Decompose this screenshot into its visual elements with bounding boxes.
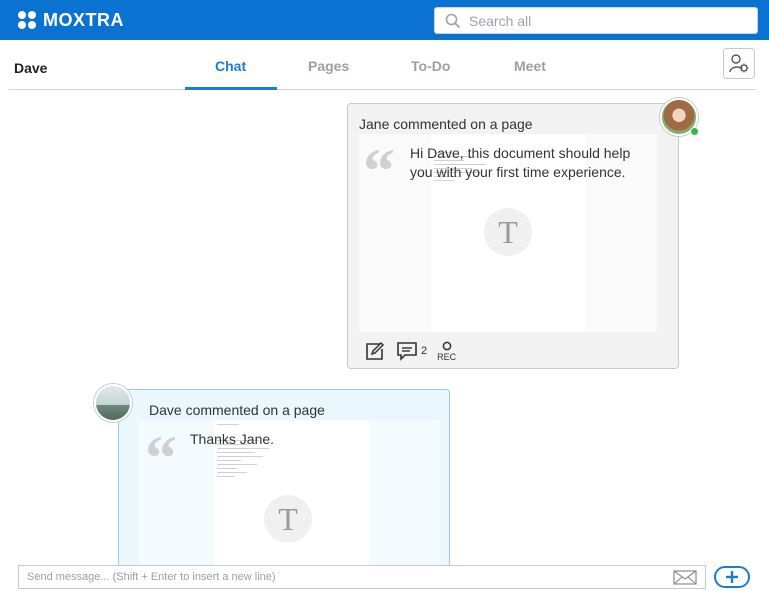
brand-name: MOXTRA [43, 9, 124, 30]
brand-logo[interactable]: MOXTRA [18, 10, 124, 30]
message-composer[interactable] [18, 565, 706, 589]
quote-icon: “ [363, 135, 395, 206]
comments-button[interactable]: 2 [396, 341, 427, 361]
quote-icon: “ [145, 422, 177, 493]
tab-pages[interactable]: Pages [308, 58, 349, 74]
tab-todo[interactable]: To-Do [411, 58, 450, 74]
record-button[interactable]: REC [437, 341, 456, 362]
message-actions: 2 REC [364, 340, 456, 362]
comment-text: Thanks Jane. [190, 431, 275, 447]
page-preview[interactable]: “ Hi Dave, this document should help you… [359, 134, 657, 332]
message-card-dave[interactable]: Dave commented on a page “ Thanks Jane. … [118, 389, 450, 580]
record-icon [442, 341, 451, 350]
logo-icon [18, 10, 37, 30]
member-settings-button[interactable] [723, 48, 755, 79]
top-bar: MOXTRA [0, 0, 769, 40]
add-icon [726, 571, 738, 583]
comment-count: 2 [421, 345, 428, 357]
comment-icon [397, 342, 417, 361]
comment-text: Hi Dave, this document should help you w… [410, 145, 631, 180]
conversation-header: Dave Chat Pages To-Do Meet [9, 40, 756, 90]
active-tab-indicator [185, 87, 277, 90]
message-title: Dave commented on a page [149, 402, 325, 418]
message-title: Jane commented on a page [359, 116, 533, 132]
avatar-dave[interactable] [94, 384, 132, 422]
online-status-indicator [690, 127, 699, 136]
record-label: REC [437, 351, 457, 362]
search-icon [445, 13, 461, 28]
add-attachment-button[interactable] [714, 566, 750, 588]
conversation-user-name: Dave [14, 60, 48, 76]
tab-meet[interactable]: Meet [514, 58, 546, 74]
edit-icon [366, 341, 385, 360]
annotate-button[interactable] [364, 341, 386, 361]
email-icon[interactable] [673, 570, 697, 585]
page-preview[interactable]: “ Thanks Jane. T [138, 420, 440, 580]
tab-chat[interactable]: Chat [215, 58, 246, 74]
contact-settings-icon [729, 53, 749, 72]
search-box[interactable] [434, 7, 758, 34]
message-input[interactable] [27, 571, 667, 583]
search-input[interactable] [469, 12, 739, 29]
text-page-icon: T [264, 495, 312, 543]
message-card-jane[interactable]: Jane commented on a page “ Hi Dave, this… [347, 103, 679, 369]
text-page-icon: T [484, 208, 532, 256]
